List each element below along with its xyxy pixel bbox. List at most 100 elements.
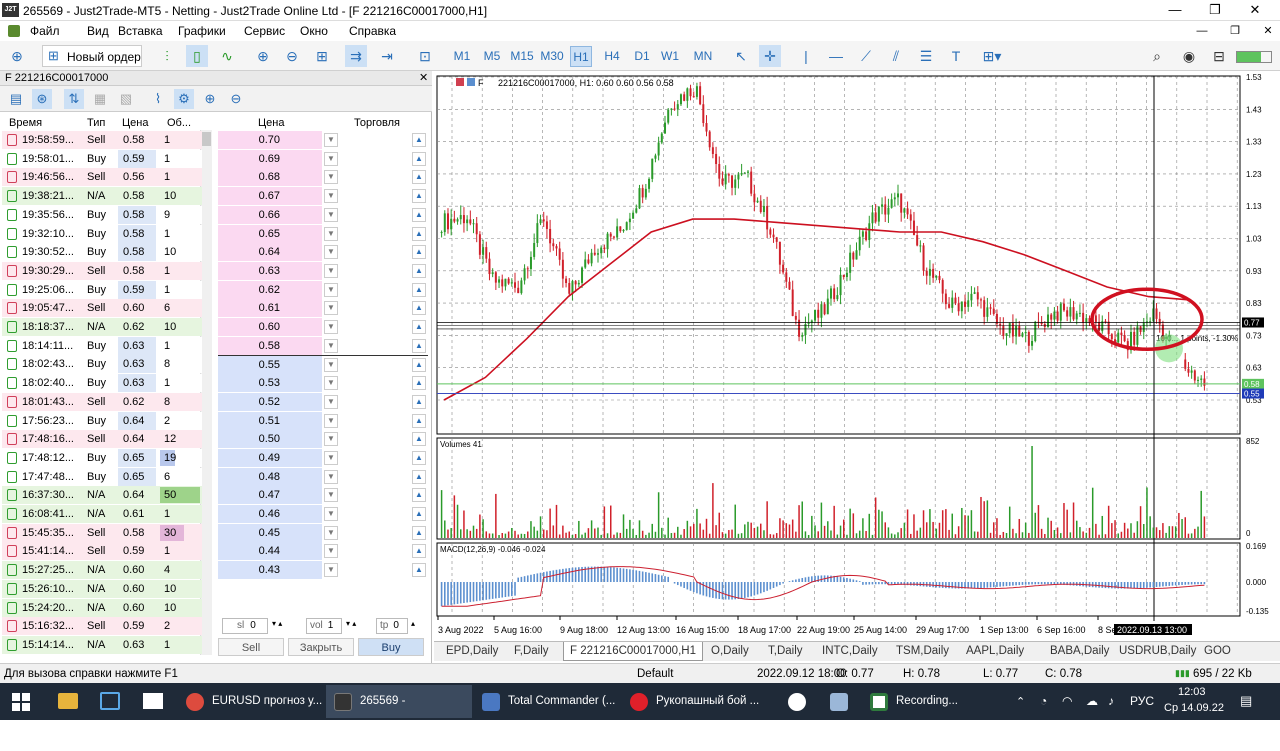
timeframe-m5[interactable]: M5	[482, 46, 502, 67]
tick-row[interactable]: 16:37:30... N/A 0.64 50	[2, 486, 202, 505]
dom-buy-arrow-icon[interactable]: ▲	[412, 151, 426, 166]
dom-buy-arrow-icon[interactable]: ▲	[412, 544, 426, 559]
dom-row[interactable]: 0.55 ▼ ▲	[218, 355, 428, 375]
tick-checkbox[interactable]	[7, 377, 17, 390]
menu-help[interactable]: Справка	[349, 24, 396, 38]
tick-checkbox[interactable]	[7, 601, 17, 614]
tick-row[interactable]: 15:45:35... Sell 0.58 30	[2, 523, 202, 542]
dom-row[interactable]: 0.68 ▼ ▲	[218, 168, 428, 187]
zoom-out-icon[interactable]: ⊖	[281, 45, 303, 67]
dom-row[interactable]: 0.50 ▼ ▲	[218, 430, 428, 449]
timeframe-w1[interactable]: W1	[660, 46, 680, 67]
dom-row[interactable]: 0.61 ▼ ▲	[218, 299, 428, 318]
tick-checkbox[interactable]	[7, 171, 17, 184]
tray-network-icon[interactable]: ◔	[1040, 694, 1047, 708]
close-button[interactable]: ✕	[1235, 0, 1275, 21]
dom-sell-dropdown-icon[interactable]: ▼	[324, 320, 338, 334]
dom-buy-arrow-icon[interactable]: ▲	[412, 358, 426, 373]
dom-sell-dropdown-icon[interactable]: ▼	[324, 563, 338, 578]
dom-buy-arrow-icon[interactable]: ▲	[412, 263, 426, 278]
mail-icon[interactable]	[143, 693, 163, 709]
task-calculator[interactable]	[820, 685, 860, 718]
tick-row[interactable]: 18:02:43... Buy 0.63 8	[2, 355, 202, 374]
task-mt5[interactable]: 265569 - Just2Trade...	[326, 685, 472, 740]
chart-tab[interactable]: O,Daily	[711, 645, 749, 657]
tick-row[interactable]: 17:56:23... Buy 0.64 2	[2, 411, 202, 430]
panel-close-icon[interactable]: ✕	[419, 71, 428, 84]
store-icon[interactable]	[100, 692, 120, 710]
histogram-icon[interactable]: ⌇	[148, 89, 168, 109]
dom-buy-arrow-icon[interactable]: ▲	[412, 133, 426, 147]
child-close-button[interactable]: ✕	[1248, 21, 1280, 41]
dom-row[interactable]: 0.70 ▼ ▲	[218, 131, 428, 149]
line-chart-icon[interactable]: ∿	[216, 45, 238, 67]
chart-tab[interactable]: USDRUB,Daily	[1119, 645, 1196, 657]
tick-row[interactable]: 19:38:21... N/A 0.58 10	[2, 187, 202, 206]
dom-sell-dropdown-icon[interactable]: ▼	[324, 207, 338, 222]
tick-row[interactable]: 19:32:10... Buy 0.58 1	[2, 224, 202, 243]
task-total-commander[interactable]: Total Commander (...	[474, 685, 620, 718]
dom-buy-arrow-icon[interactable]: ▲	[412, 450, 426, 465]
tick-row[interactable]: 17:48:12... Buy 0.65 19	[2, 448, 202, 467]
sell-button[interactable]: Sell	[218, 638, 284, 656]
tile-windows-icon[interactable]: ⊞	[311, 45, 333, 67]
dom-row[interactable]: 0.47 ▼ ▲	[218, 486, 428, 505]
buy-button[interactable]: Buy	[358, 638, 424, 656]
tick-checkbox[interactable]	[7, 395, 17, 408]
tick-row[interactable]: 19:30:29... Sell 0.58 1	[2, 261, 202, 280]
tick-row[interactable]: 19:25:06... Buy 0.59 1	[2, 280, 202, 299]
dom-buy-arrow-icon[interactable]: ▲	[412, 432, 426, 447]
col-type[interactable]: Тип	[87, 117, 105, 129]
tick-row[interactable]: 19:58:59... Sell 0.58 1	[2, 131, 202, 149]
dom-buy-arrow-icon[interactable]: ▲	[412, 376, 426, 391]
dom-buy-arrow-icon[interactable]: ▲	[412, 563, 426, 578]
file-explorer-icon[interactable]	[58, 693, 78, 709]
tick-checkbox[interactable]	[7, 152, 17, 165]
settings-icon[interactable]: ⚙	[174, 89, 194, 109]
search-icon[interactable]: ⌕	[1146, 45, 1168, 67]
dom-sell-dropdown-icon[interactable]: ▼	[324, 133, 338, 147]
candlestick-icon[interactable]: ▯	[186, 45, 208, 67]
tick-row[interactable]: 15:26:10... N/A 0.60 10	[2, 579, 202, 598]
col-volume[interactable]: Об...	[167, 117, 191, 129]
menu-charts[interactable]: Графики	[178, 24, 226, 38]
dom-sell-dropdown-icon[interactable]: ▼	[324, 338, 338, 353]
dom-sell-dropdown-icon[interactable]: ▼	[324, 151, 338, 166]
dom-buy-arrow-icon[interactable]: ▲	[412, 469, 426, 484]
menu-insert[interactable]: Вставка	[118, 24, 163, 38]
tick-checkbox[interactable]	[7, 526, 17, 539]
task-yandex[interactable]	[778, 685, 818, 718]
dom-sell-dropdown-icon[interactable]: ▼	[324, 189, 338, 204]
menu-file[interactable]: Файл	[30, 24, 60, 38]
timeframe-m1[interactable]: M1	[452, 46, 472, 67]
dom-sell-dropdown-icon[interactable]: ▼	[324, 245, 338, 260]
dom-buy-arrow-icon[interactable]: ▲	[412, 507, 426, 521]
dom-sell-dropdown-icon[interactable]: ▼	[324, 450, 338, 465]
trendline-icon[interactable]: ⟋	[855, 45, 877, 67]
chart-shift-icon[interactable]: ⇥	[376, 45, 398, 67]
tick-row[interactable]: 18:14:11... Buy 0.63 1	[2, 336, 202, 355]
tick-row[interactable]: 19:05:47... Sell 0.60 6	[2, 299, 202, 318]
panel-zoom-in-icon[interactable]: ⊕	[200, 89, 220, 109]
vol-field[interactable]: vol 1	[306, 618, 342, 634]
dom-row[interactable]: 0.66 ▼ ▲	[218, 205, 428, 224]
dom-buy-arrow-icon[interactable]: ▲	[412, 525, 426, 540]
chart-tab[interactable]: BABA,Daily	[1050, 645, 1109, 657]
tick-row[interactable]: 15:24:20... N/A 0.60 10	[2, 598, 202, 617]
chart-tab[interactable]: F 221216C00017000,H1	[563, 642, 703, 661]
dom-buy-arrow-icon[interactable]: ▲	[412, 301, 426, 316]
menu-window[interactable]: Окно	[300, 24, 328, 38]
tick-checkbox[interactable]	[7, 545, 17, 558]
account-icon[interactable]: ◉	[1178, 45, 1200, 67]
task-opera[interactable]: Рукопашный бой ...	[622, 685, 768, 718]
bar-chart-icon[interactable]: ⫶	[156, 45, 178, 67]
dom-sell-dropdown-icon[interactable]: ▼	[324, 301, 338, 316]
tray-wifi-icon[interactable]: ◠	[1062, 694, 1072, 708]
tick-row[interactable]: 15:27:25... N/A 0.60 4	[2, 561, 202, 580]
dom-buy-arrow-icon[interactable]: ▲	[412, 413, 426, 428]
tick-row[interactable]: 16:08:41... N/A 0.61 1	[2, 505, 202, 523]
tick-checkbox[interactable]	[7, 508, 17, 520]
dom-row[interactable]: 0.67 ▼ ▲	[218, 187, 428, 206]
dom-row[interactable]: 0.69 ▼ ▲	[218, 149, 428, 168]
vol-stepper-icon[interactable]: ▾ ▴	[346, 619, 356, 628]
